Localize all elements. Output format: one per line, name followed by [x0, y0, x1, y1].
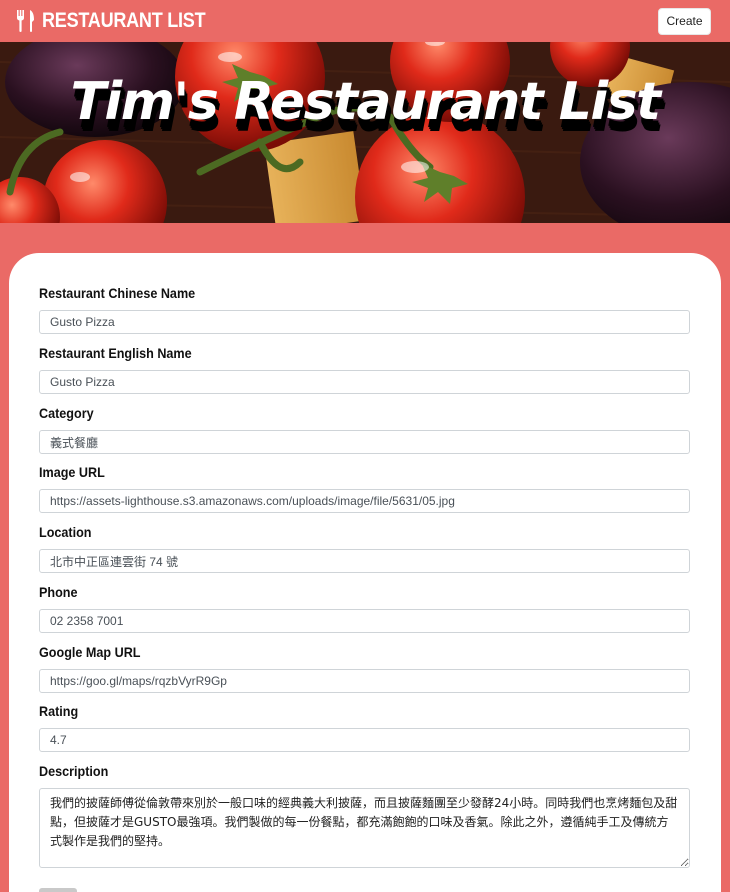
submit-button[interactable] [39, 888, 77, 892]
field-english-name: Restaurant English Name [39, 344, 690, 394]
field-rating: Rating [39, 702, 690, 752]
google-map-input[interactable] [39, 669, 690, 693]
location-input[interactable] [39, 549, 690, 573]
brand-link[interactable]: RESTAURANT LIST [16, 9, 232, 33]
field-location: Location [39, 523, 690, 573]
navbar: RESTAURANT LIST Create [0, 0, 730, 42]
description-label: Description [39, 763, 109, 779]
hero-banner: Tim's Restaurant List [0, 42, 730, 223]
brand-text: RESTAURANT LIST [42, 9, 206, 32]
restaurant-form: Restaurant Chinese Name Restaurant Engli… [9, 253, 721, 892]
image-url-input[interactable] [39, 489, 690, 513]
phone-input[interactable] [39, 609, 690, 633]
phone-label: Phone [39, 584, 78, 600]
english-name-input[interactable] [39, 370, 690, 394]
field-phone: Phone [39, 583, 690, 633]
create-button[interactable]: Create [658, 7, 711, 35]
chinese-name-input[interactable] [39, 310, 690, 334]
field-description: Description 我們的披薩師傅從倫敦帶來別於一般口味的經典義大利披薩，而… [39, 762, 690, 873]
field-image-url: Image URL [39, 463, 690, 513]
google-map-label: Google Map URL [39, 644, 141, 660]
rating-label: Rating [39, 703, 79, 719]
field-google-map: Google Map URL [39, 643, 690, 693]
rating-input[interactable] [39, 728, 690, 752]
location-label: Location [39, 524, 92, 540]
banner-image [0, 42, 730, 223]
chinese-name-label: Restaurant Chinese Name [39, 285, 196, 301]
field-category: Category [39, 404, 690, 454]
description-textarea[interactable]: 我們的披薩師傅從倫敦帶來別於一般口味的經典義大利披薩，而且披薩麵團至少發酵24小… [39, 788, 690, 868]
english-name-label: Restaurant English Name [39, 345, 192, 361]
banner-title: Tim's Restaurant List [70, 72, 661, 132]
category-input[interactable] [39, 430, 690, 454]
image-url-label: Image URL [39, 464, 105, 480]
utensils-icon [17, 10, 34, 32]
category-label: Category [39, 405, 94, 421]
field-chinese-name: Restaurant Chinese Name [39, 284, 690, 334]
